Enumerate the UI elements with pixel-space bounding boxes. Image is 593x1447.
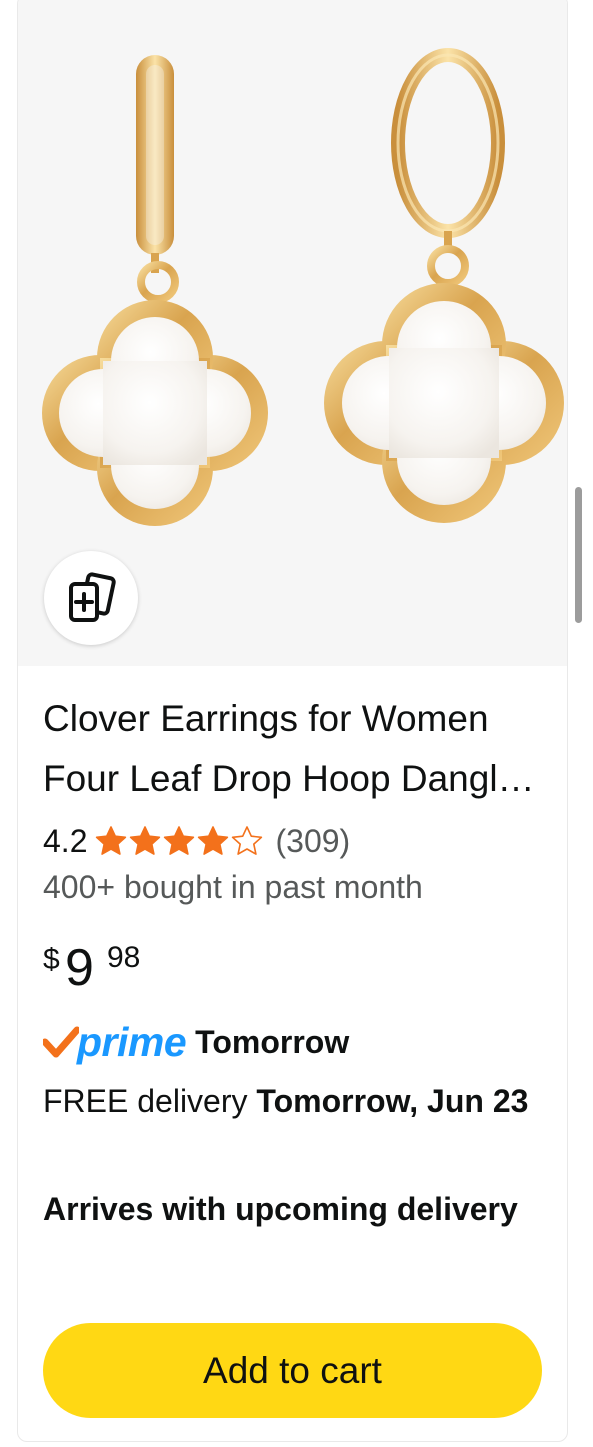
- rating-row[interactable]: 4.2 (309): [43, 821, 350, 861]
- star-icon: [96, 826, 127, 855]
- rating-value: 4.2: [43, 822, 88, 859]
- star-icon: [198, 826, 229, 855]
- add-to-compare-icon: [69, 572, 116, 622]
- prime-logo: prime: [77, 1018, 187, 1065]
- star-rating: [95, 825, 265, 857]
- prime-check-icon: [43, 1026, 79, 1058]
- price-whole: 9: [65, 939, 94, 997]
- delivery-info: FREE delivery Tomorrow, Jun 23: [43, 1077, 543, 1125]
- arrives-with-upcoming-delivery: Arrives with upcoming delivery: [43, 1191, 518, 1227]
- product-title[interactable]: Clover Earrings for Women Four Leaf Drop…: [43, 689, 543, 809]
- product-image-area[interactable]: [18, 0, 567, 666]
- star-icon: [232, 826, 263, 855]
- scrollbar[interactable]: [575, 487, 582, 623]
- review-count[interactable]: (309): [275, 823, 350, 860]
- add-to-cart-button[interactable]: Add to cart: [43, 1323, 542, 1418]
- price-fraction: 98: [107, 941, 141, 974]
- product-card[interactable]: Clover Earrings for Women Four Leaf Drop…: [17, 0, 568, 1442]
- price-symbol: $: [43, 943, 60, 976]
- add-to-compare-button[interactable]: [44, 551, 138, 645]
- prime-badge: prime Tomorrow: [43, 1017, 349, 1067]
- star-icon: [130, 826, 161, 855]
- star-icon: [164, 826, 195, 855]
- delivery-date: Tomorrow, Jun 23: [256, 1083, 529, 1119]
- delivery-prefix: FREE delivery: [43, 1083, 257, 1119]
- bought-in-past-month: 400+ bought in past month: [43, 869, 423, 905]
- prime-delivery-day: Tomorrow: [195, 1023, 350, 1060]
